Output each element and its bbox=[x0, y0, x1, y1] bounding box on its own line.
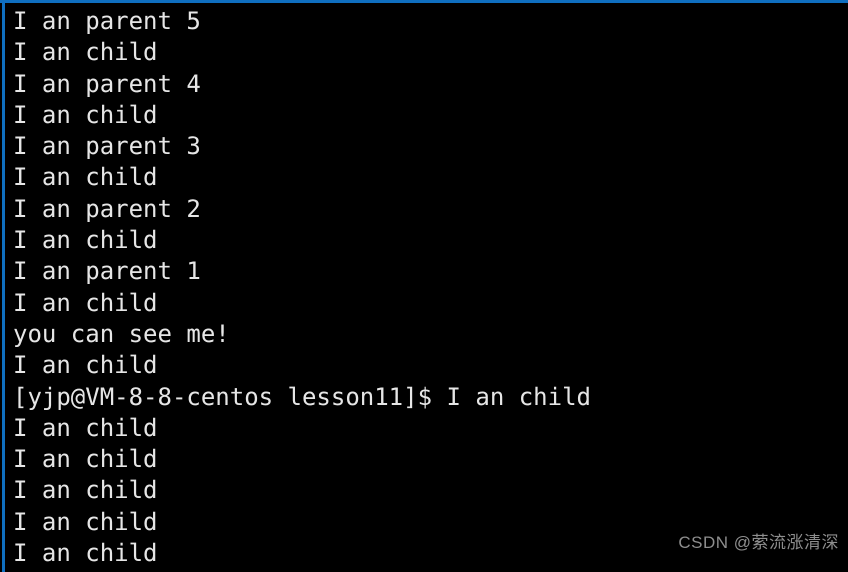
terminal-prompt-line: [yjp@VM-8-8-centos lesson11]$ I an child bbox=[13, 382, 591, 411]
terminal-line: I an child bbox=[13, 351, 158, 380]
terminal-line: I an child bbox=[13, 288, 158, 317]
terminal-line: I an parent 4 bbox=[13, 69, 201, 98]
terminal-output-area[interactable]: I an parent 5 I an child I an parent 4 I… bbox=[0, 0, 848, 572]
terminal-window: I an parent 5 I an child I an parent 4 I… bbox=[0, 0, 848, 572]
terminal-line: you can see me! bbox=[13, 319, 230, 348]
terminal-line: I an child bbox=[13, 100, 158, 129]
terminal-line: I an child bbox=[13, 38, 158, 67]
terminal-line: I an child bbox=[13, 413, 158, 442]
terminal-line: I an child bbox=[13, 445, 158, 474]
terminal-line: I an parent 1 bbox=[13, 257, 201, 286]
terminal-line: I an child bbox=[13, 163, 158, 192]
terminal-line: I an child bbox=[13, 226, 158, 255]
terminal-line: I an parent 5 bbox=[13, 7, 201, 35]
csdn-watermark: CSDN @萦流涨清深 bbox=[678, 533, 839, 552]
terminal-line: I an child bbox=[13, 476, 158, 505]
terminal-line: I an parent 3 bbox=[13, 132, 201, 161]
terminal-line: I an parent 2 bbox=[13, 194, 201, 223]
